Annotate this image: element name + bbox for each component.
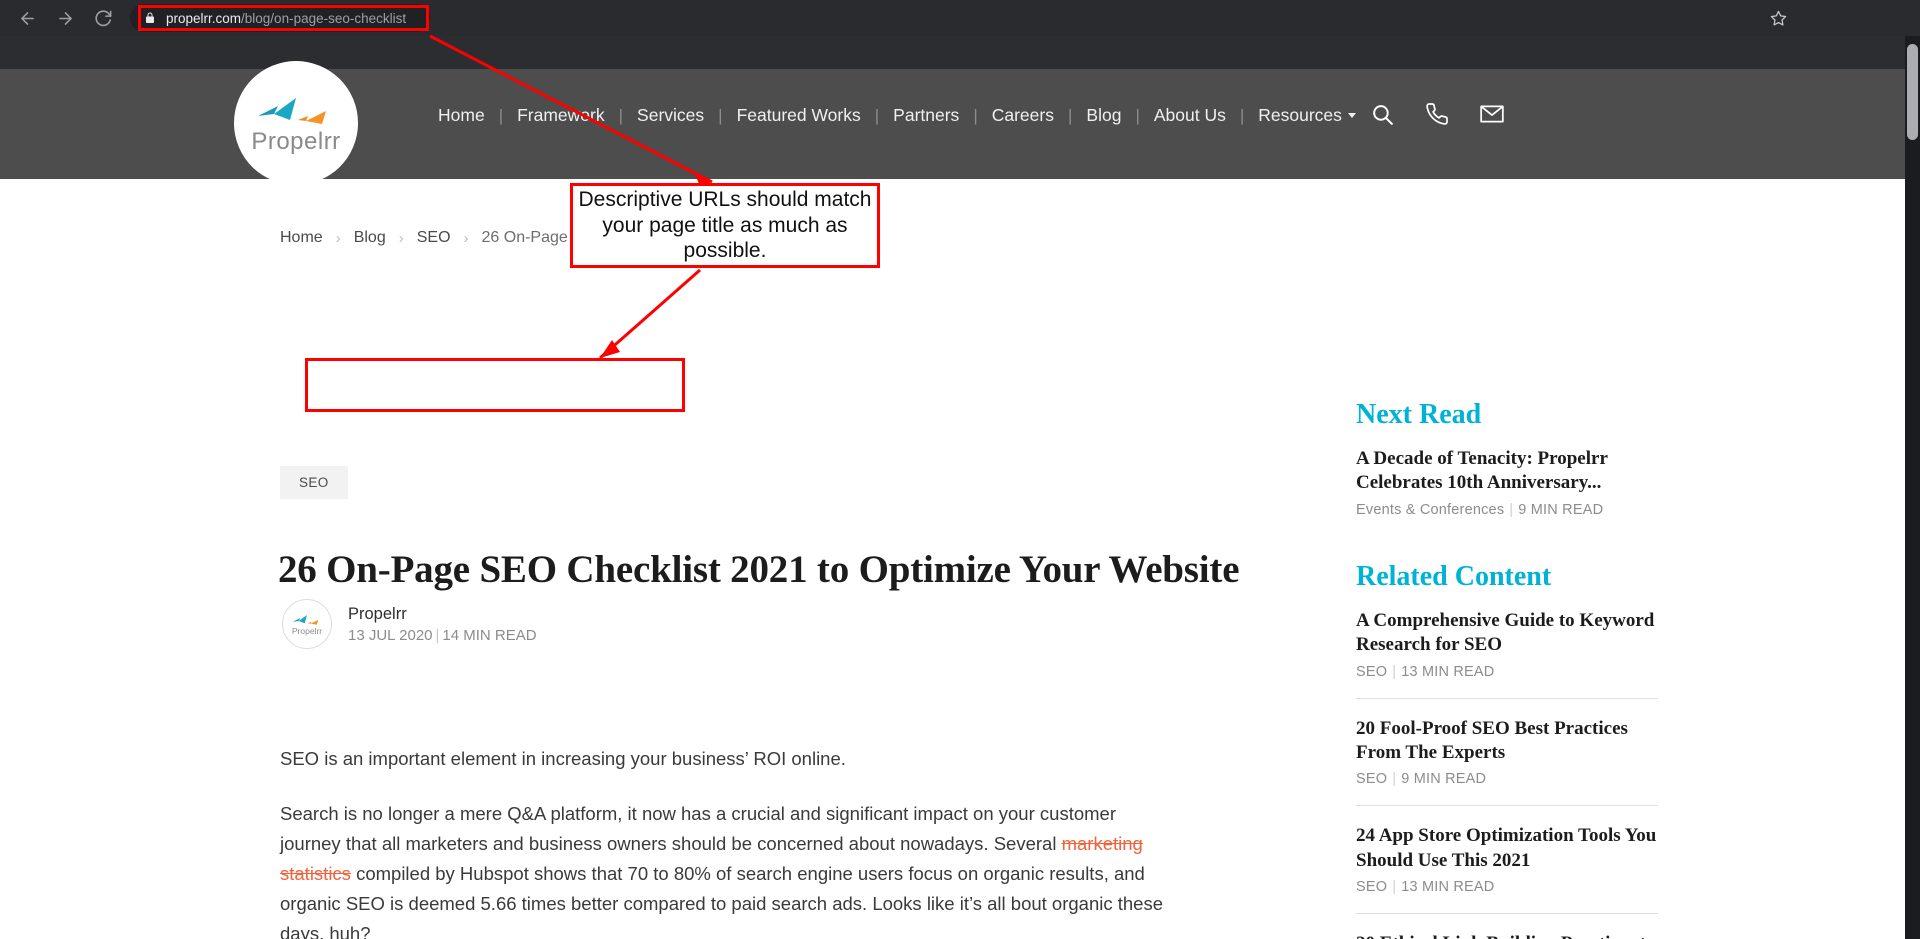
chevron-down-icon [1347,113,1356,118]
avatar: Propelrr [282,599,332,649]
search-icon[interactable] [1370,102,1395,127]
author-name: Propelrr [348,604,407,623]
item-category: Events & Conferences [1356,501,1505,518]
breadcrumb-separator: › [398,229,404,247]
breadcrumb: Home › Blog › SEO › 26 On-Page SE [280,229,594,247]
url-domain: propelrr.com [166,10,242,26]
paragraph-text: SEO is an important element in increasin… [280,748,846,769]
related-item-title: 20 Ethical Link Building Practices to Bo… [1356,932,1658,939]
item-read-time: 13 MIN READ [1401,878,1495,895]
address-bar[interactable]: propelrr.com/blog/on-page-seo-checklist [130,4,430,32]
meta-separator: | [1392,663,1397,680]
item-category: SEO [1356,771,1388,788]
next-read-item-meta: Events & Conferences | 9 MIN READ [1356,502,1656,518]
site-header: Propelrr Home | Framework | Services | F… [0,61,1905,241]
nav-item-blog[interactable]: Blog [1072,105,1135,126]
divider [1356,805,1658,807]
nav-item-home[interactable]: Home [424,105,499,126]
list-item[interactable]: 20 Fool-Proof SEO Best Practices From Th… [1356,717,1658,788]
page-scrollbar-thumb[interactable] [1907,44,1918,140]
breadcrumb-separator: › [463,229,469,247]
lock-icon [144,11,156,25]
related-item-title: 20 Fool-Proof SEO Best Practices From Th… [1356,717,1628,763]
list-item[interactable]: A Comprehensive Guide to Keyword Researc… [1356,609,1658,680]
article-body: SEO is an important element in increasin… [280,744,1180,939]
byline-text: Propelrr 13 JUL 2020 | 14 MIN READ [348,605,537,644]
meta-separator: | [1392,771,1397,788]
meta-separator: | [1392,878,1397,895]
browser-chrome: propelrr.com/blog/on-page-seo-checklist [0,0,1920,36]
breadcrumb-item-current: 26 On-Page SE [481,229,594,246]
propelrr-birds-icon [258,98,326,124]
nav-item-about-us[interactable]: About Us [1140,105,1240,126]
divider [1356,697,1658,699]
list-item[interactable]: A Decade of Tenacity: Propelrr Celebrate… [1356,447,1656,518]
nav-item-resources-label: Resources [1258,105,1342,125]
avatar-wordmark: Propelrr [291,626,323,636]
item-read-time: 9 MIN READ [1401,771,1487,788]
publish-date: 13 JUL 2020 [348,626,433,644]
nav-item-careers[interactable]: Careers [978,105,1068,126]
logo-wordmark: Propelrr [251,128,341,155]
star-icon[interactable] [1750,0,1920,36]
browser-nav-buttons [0,1,120,35]
related-item-meta: SEO | 13 MIN READ [1356,664,1658,680]
breadcrumb-item-home[interactable]: Home [280,229,323,247]
related-item-meta: SEO | 9 MIN READ [1356,771,1658,787]
page-title: 26 On-Page SEO Checklist 2021 to Optimiz… [278,548,1240,591]
read-time: 14 MIN READ [442,626,537,644]
meta-separator: | [435,626,440,644]
nav-item-services[interactable]: Services [623,105,718,126]
related-item-meta: SEO | 13 MIN READ [1356,879,1658,895]
breadcrumb-item-seo[interactable]: SEO [417,229,451,247]
paragraph-text: Search is no longer a mere Q&A platform,… [280,802,1116,854]
nav-item-partners[interactable]: Partners [879,105,973,126]
breadcrumb-item-blog[interactable]: Blog [354,229,386,247]
reload-icon[interactable] [86,1,120,35]
next-read-block: Next Read A Decade of Tenacity: Propelrr… [1356,399,1656,532]
related-content-heading: Related Content [1356,561,1552,592]
category-tag-badge[interactable]: SEO [280,466,348,499]
article-paragraph: SEO is an important element in increasin… [280,744,1180,774]
related-item-title: A Comprehensive Guide to Keyword Researc… [1356,610,1655,656]
main-navigation: Home | Framework | Services | Featured W… [424,105,1370,126]
next-read-item-title: A Decade of Tenacity: Propelrr Celebrate… [1356,448,1608,494]
nav-item-framework[interactable]: Framework [503,105,619,126]
item-category: SEO [1356,663,1388,680]
phone-icon[interactable] [1425,102,1449,126]
nav-item-resources[interactable]: Resources [1244,105,1370,126]
propelrr-birds-icon [292,615,319,625]
header-icon-group [1370,101,1505,127]
back-arrow-icon[interactable] [10,1,44,35]
meta-separator: | [1509,501,1514,518]
item-read-time: 9 MIN READ [1518,501,1604,518]
item-read-time: 13 MIN READ [1401,663,1495,680]
url-path: /blog/on-page-seo-checklist [241,10,407,26]
related-content-block: Related Content A Comprehensive Guide to… [1356,561,1658,939]
divider [1356,912,1658,914]
related-item-title: 24 App Store Optimization Tools You Shou… [1356,825,1657,871]
next-read-heading: Next Read [1356,399,1482,430]
page-scrollbar-track[interactable] [1905,36,1920,939]
paragraph-text: compiled by Hubspot shows that 70 to 80%… [280,862,1164,939]
article-meta: 13 JUL 2020 | 14 MIN READ [348,627,537,644]
nav-item-featured-works[interactable]: Featured Works [723,105,875,126]
breadcrumb-separator: › [335,229,341,247]
address-bar-url: propelrr.com/blog/on-page-seo-checklist [166,11,406,26]
article-byline: Propelrr Propelrr 13 JUL 2020 | 14 MIN REA… [282,599,537,649]
item-category: SEO [1356,878,1388,895]
site-logo[interactable]: Propelrr [234,61,358,185]
forward-arrow-icon[interactable] [48,1,82,35]
envelope-icon[interactable] [1479,101,1505,127]
page-content: Home › Blog › SEO › 26 On-Page SE SEO 26… [0,179,1905,939]
article-paragraph: Search is no longer a mere Q&A platform,… [280,799,1180,939]
list-item[interactable]: 20 Ethical Link Building Practices to Bo… [1356,932,1658,939]
list-item[interactable]: 24 App Store Optimization Tools You Shou… [1356,824,1658,895]
